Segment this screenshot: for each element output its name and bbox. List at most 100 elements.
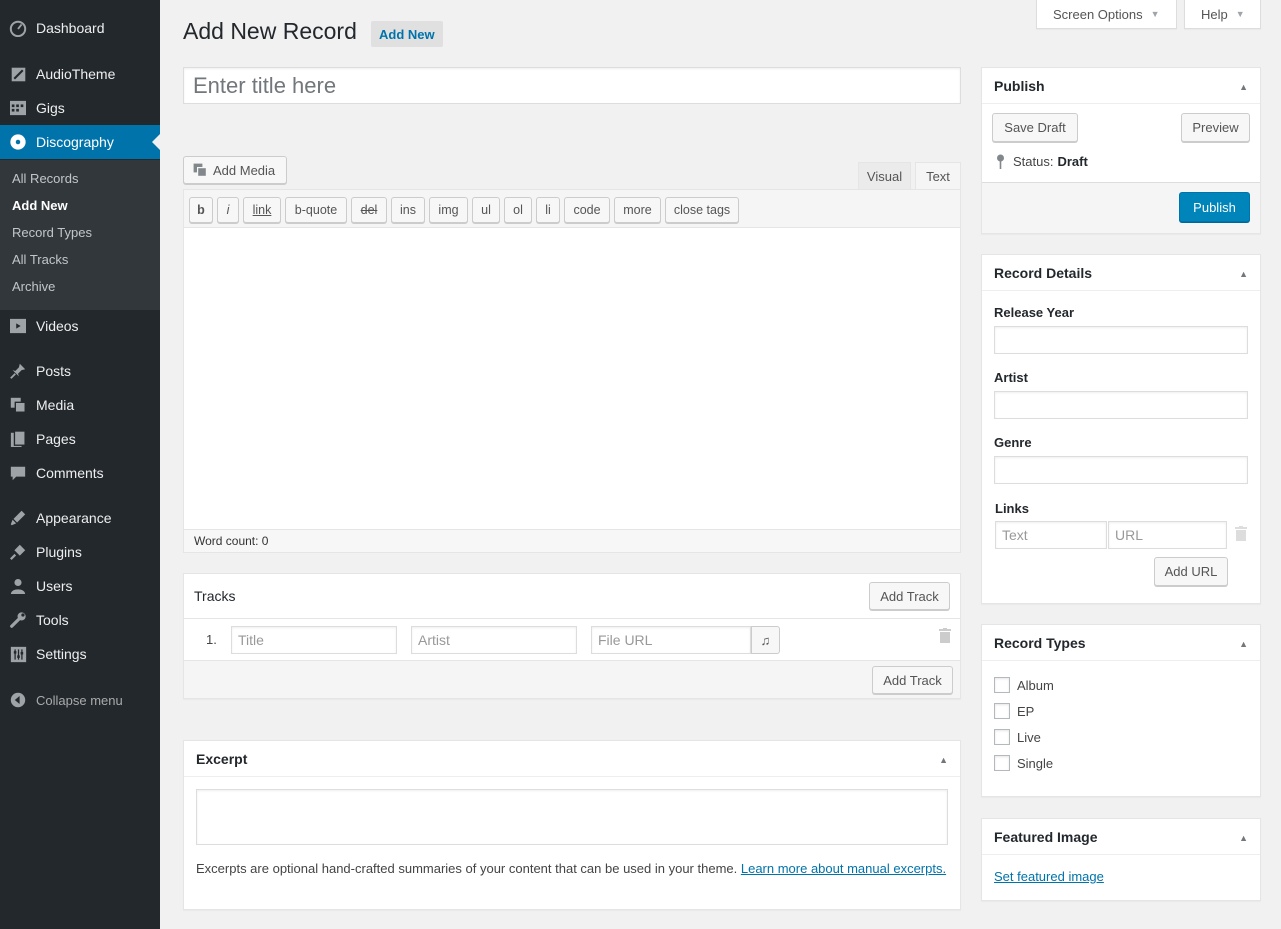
publish-title: Publish [994, 77, 1045, 94]
artist-input[interactable] [994, 391, 1248, 419]
link-url-input[interactable]: URL [1108, 521, 1227, 549]
qt-more-button[interactable]: more [614, 197, 661, 223]
record-details-title: Record Details [994, 264, 1093, 281]
menu-label: AudioTheme [36, 66, 116, 82]
menu-label: Dashboard [36, 20, 105, 36]
title-input[interactable]: Enter title here [183, 67, 961, 104]
excerpt-header[interactable]: Excerpt ▲ [184, 741, 960, 777]
submenu-all-tracks[interactable]: All Tracks [12, 252, 68, 267]
track-title-input[interactable]: Title [231, 626, 397, 654]
set-featured-image-link[interactable]: Set featured image [994, 869, 1104, 884]
ep-label: EP [1017, 704, 1035, 719]
add-media-button[interactable]: Add Media [183, 156, 287, 184]
track-file-url-input[interactable]: File URL [591, 626, 751, 654]
menu-tools[interactable]: Tools [0, 603, 160, 637]
content-editor[interactable]: b i link b-quote del ins img ul ol li co… [183, 189, 961, 553]
genre-input[interactable] [994, 456, 1248, 484]
menu-appearance[interactable]: Appearance [0, 501, 160, 535]
tab-text[interactable]: Text [915, 162, 961, 190]
album-checkbox[interactable] [994, 677, 1010, 693]
trash-icon[interactable] [939, 628, 951, 646]
menu-label: Videos [36, 318, 79, 334]
menu-plugins[interactable]: Plugins [0, 535, 160, 569]
tracks-footer [184, 660, 960, 698]
menu-discography[interactable]: Discography [0, 125, 160, 159]
record-details-header[interactable]: Record Details ▲ [982, 255, 1260, 291]
help-label: Help [1201, 6, 1228, 22]
menu-videos[interactable]: Videos [0, 309, 160, 343]
menu-posts[interactable]: Posts [0, 354, 160, 388]
featured-image-header[interactable]: Featured Image ▲ [982, 819, 1260, 855]
learn-more-link[interactable]: Learn more about manual excerpts. [741, 861, 946, 876]
tab-visual[interactable]: Visual [858, 162, 911, 190]
audiotheme-icon [0, 66, 36, 83]
collapse-menu[interactable]: Collapse menu [0, 688, 123, 712]
live-checkbox[interactable] [994, 729, 1010, 745]
excerpt-textarea[interactable] [196, 789, 948, 845]
qt-code-button[interactable]: code [564, 197, 610, 223]
collapse-toggle-icon[interactable]: ▲ [1239, 82, 1248, 92]
qt-bquote-button[interactable]: b-quote [285, 197, 347, 223]
menu-label: Users [36, 578, 73, 594]
tracks-box: Tracks Add Track 1. Title Artist File UR… [183, 573, 961, 699]
record-types-header[interactable]: Record Types ▲ [982, 625, 1260, 661]
menu-media[interactable]: Media [0, 388, 160, 422]
menu-pages[interactable]: Pages [0, 422, 160, 456]
qt-close-tags-button[interactable]: close tags [665, 197, 739, 223]
menu-users[interactable]: Users [0, 569, 160, 603]
featured-image-box: Featured Image ▲ Set featured image [981, 818, 1261, 901]
excerpt-title: Excerpt [196, 750, 248, 767]
add-track-button[interactable]: Add Track [869, 582, 950, 610]
menu-settings[interactable]: Settings [0, 637, 160, 671]
plugins-icon [0, 543, 36, 561]
menu-dashboard[interactable]: Dashboard [0, 11, 160, 45]
record-types-box: Record Types ▲ Album EP Live Single [981, 624, 1261, 797]
submenu-add-new[interactable]: Add New [12, 198, 68, 213]
single-checkbox[interactable] [994, 755, 1010, 771]
menu-audiotheme[interactable]: AudioTheme [0, 57, 160, 91]
screen-options-button[interactable]: Screen Options ▼ [1036, 0, 1177, 29]
ep-checkbox[interactable] [994, 703, 1010, 719]
publish-header[interactable]: Publish ▲ [982, 68, 1260, 104]
qt-ins-button[interactable]: ins [391, 197, 425, 223]
menu-label: Media [36, 397, 75, 413]
submenu-record-types[interactable]: Record Types [12, 225, 92, 240]
collapse-toggle-icon[interactable]: ▲ [1239, 639, 1248, 649]
track-artist-input[interactable]: Artist [411, 626, 577, 654]
discography-submenu: All Records Add New Record Types All Tra… [0, 160, 160, 310]
add-track-button-bottom[interactable]: Add Track [872, 666, 953, 694]
submenu-all-records[interactable]: All Records [12, 171, 78, 186]
add-new-button[interactable]: Add New [371, 21, 443, 47]
qt-italic-button[interactable]: i [217, 197, 239, 223]
save-draft-button[interactable]: Save Draft [992, 113, 1078, 142]
link-text-input[interactable]: Text [995, 521, 1107, 549]
qt-ol-button[interactable]: ol [504, 197, 532, 223]
menu-label: Plugins [36, 544, 82, 560]
menu-comments[interactable]: Comments [0, 456, 160, 490]
help-button[interactable]: Help ▼ [1184, 0, 1261, 29]
pin-icon [0, 362, 36, 380]
collapse-toggle-icon[interactable]: ▲ [939, 755, 948, 765]
qt-bold-button[interactable]: b [189, 197, 213, 223]
menu-label: Comments [36, 465, 104, 481]
appearance-icon [0, 509, 36, 527]
release-year-input[interactable] [994, 326, 1248, 354]
add-url-button[interactable]: Add URL [1154, 557, 1228, 586]
publish-button[interactable]: Publish [1179, 192, 1250, 222]
record-details-box: Record Details ▲ Release Year Artist Gen… [981, 254, 1261, 604]
excerpt-box: Excerpt ▲ Excerpts are optional hand-cra… [183, 740, 961, 910]
qt-del-button[interactable]: del [351, 197, 387, 223]
qt-li-button[interactable]: li [536, 197, 560, 223]
menu-gigs[interactable]: Gigs [0, 91, 160, 125]
collapse-toggle-icon[interactable]: ▲ [1239, 833, 1248, 843]
qt-ul-button[interactable]: ul [472, 197, 500, 223]
qt-img-button[interactable]: img [429, 197, 468, 223]
trash-icon[interactable] [1235, 526, 1247, 544]
submenu-archive[interactable]: Archive [12, 279, 55, 294]
music-note-icon[interactable]: ♫ [751, 626, 780, 654]
qt-link-button[interactable]: link [243, 197, 281, 223]
menu-label: Pages [36, 431, 76, 447]
collapse-toggle-icon[interactable]: ▲ [1239, 269, 1248, 279]
preview-button[interactable]: Preview [1181, 113, 1250, 142]
collapse-label: Collapse menu [36, 692, 123, 708]
